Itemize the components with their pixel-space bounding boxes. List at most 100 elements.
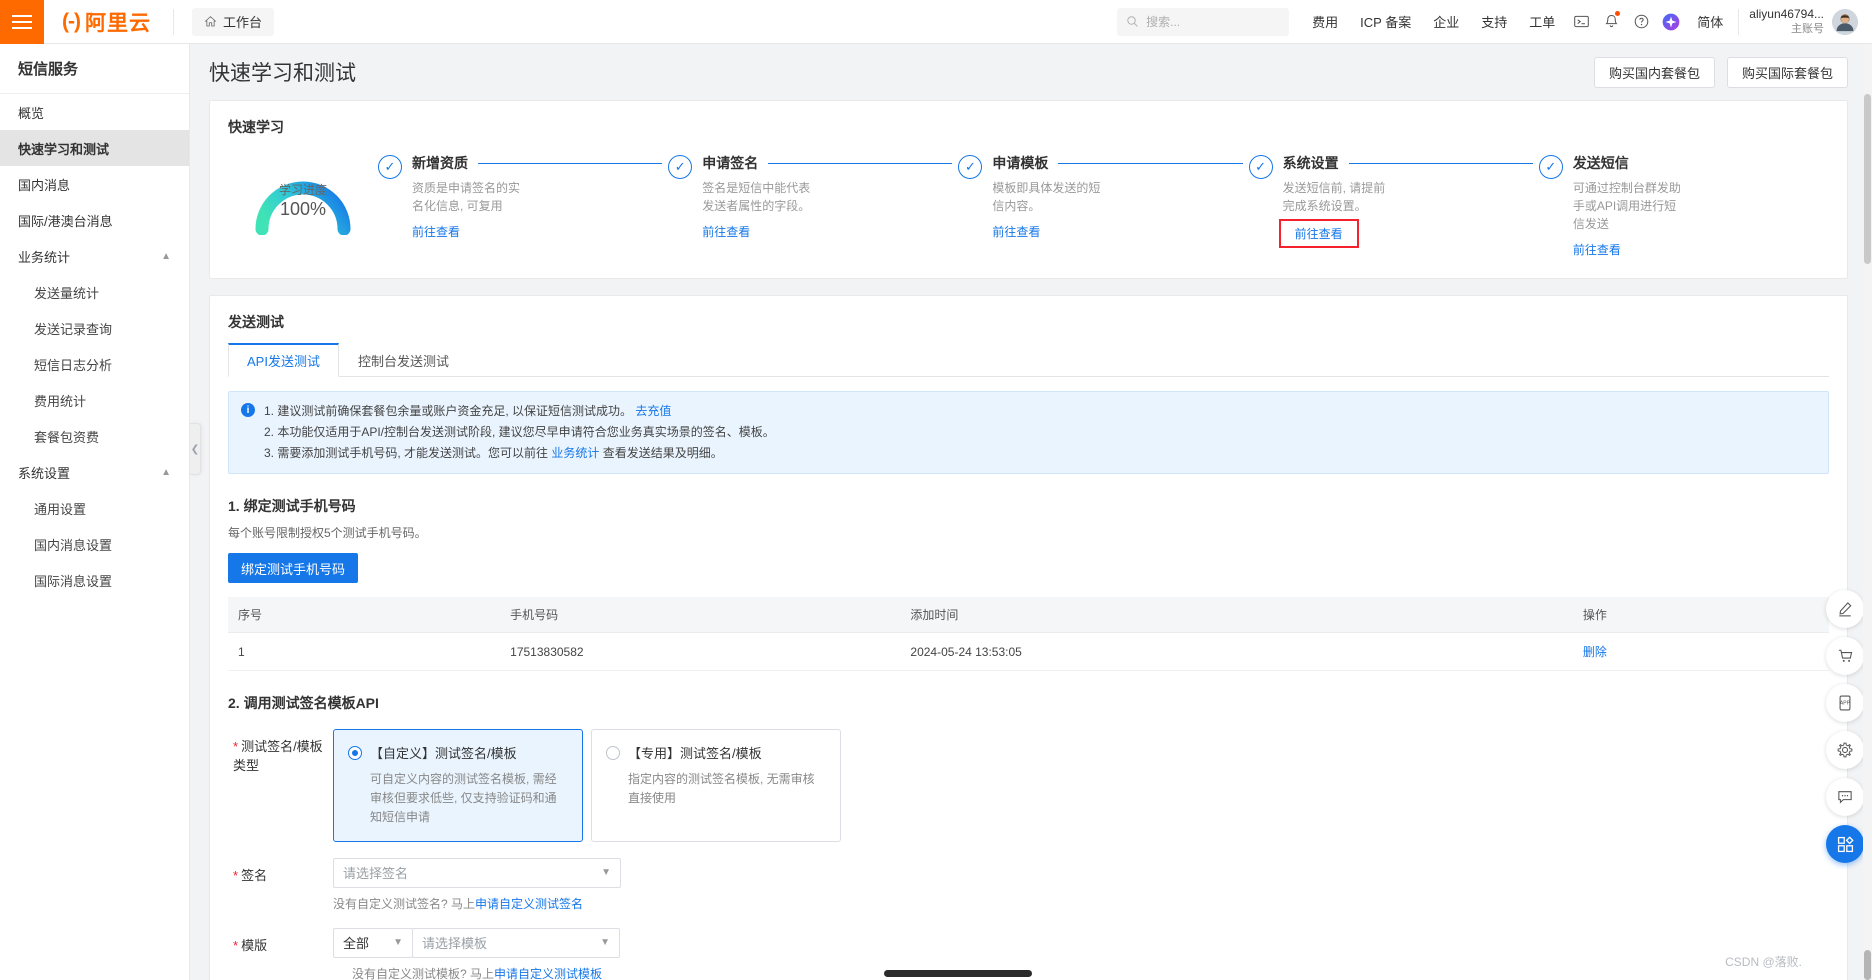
step-item: ✓ 新增资质 资质是申请签名的实名化信息, 可复用 前往查看 xyxy=(378,153,668,258)
bell-icon[interactable] xyxy=(1596,7,1626,37)
sidebar-item-send-records[interactable]: 发送记录查询 xyxy=(0,310,189,346)
right-rail: APP xyxy=(1826,590,1864,863)
watermark: CSDN @落败. xyxy=(1725,955,1802,969)
vertical-scrollbar[interactable] xyxy=(1863,44,1872,980)
tab-console-test[interactable]: 控制台发送测试 xyxy=(339,343,468,377)
required-mark: * xyxy=(233,867,239,883)
account-divider xyxy=(1738,8,1740,35)
hamburger-icon[interactable] xyxy=(0,0,44,44)
cell-action: 删除 xyxy=(1572,632,1829,671)
step-link[interactable]: 前往查看 xyxy=(412,223,460,240)
qr-icon[interactable] xyxy=(1826,825,1864,863)
radio-card-dedicated[interactable]: 【专用】测试签名/模板 指定内容的测试签名模板, 无需审核直接使用 xyxy=(591,729,841,842)
statistics-link[interactable]: 业务统计 xyxy=(551,446,599,460)
step-name: 申请模板 xyxy=(992,155,1049,171)
cart-icon[interactable] xyxy=(1826,637,1864,675)
template-scope-select[interactable]: 全部 ▼ xyxy=(333,927,413,958)
sidebar-item-system-settings[interactable]: 系统设置 ▲ xyxy=(0,454,189,490)
step-link[interactable]: 前往查看 xyxy=(992,223,1040,240)
sidebar-item-label: 国际消息设置 xyxy=(34,573,113,589)
pencil-icon[interactable] xyxy=(1826,590,1864,628)
step-body: 发送短信 可通过控制台群发助手或API调用进行短信发送 前往查看 xyxy=(1573,153,1825,258)
table-row: 1 17513830582 2024-05-24 13:53:05 删除 xyxy=(228,632,1829,671)
sidebar: 短信服务 概览 快速学习和测试 国内消息 国际/港澳台消息 业务统计 ▲ 发送量… xyxy=(0,44,190,980)
horizontal-scroll-thumb[interactable] xyxy=(884,970,1032,977)
radio-card-title: 【自定义】测试签名/模板 xyxy=(370,746,517,761)
template-select[interactable]: 请选择模板 ▼ xyxy=(412,927,620,958)
header-link-fees[interactable]: 费用 xyxy=(1301,12,1349,31)
sidebar-item-general-settings[interactable]: 通用设置 xyxy=(0,490,189,526)
template-label-text: 模版 xyxy=(241,937,268,953)
sidebar-item-log-analysis[interactable]: 短信日志分析 xyxy=(0,346,189,382)
horizontal-scrollbar[interactable] xyxy=(191,966,1863,980)
radio-card-custom[interactable]: 【自定义】测试签名/模板 可自定义内容的测试签名模板, 需经审核但要求低些, 仅… xyxy=(333,729,583,842)
terminal-icon[interactable] xyxy=(1566,7,1596,37)
sidebar-item-send-volume[interactable]: 发送量统计 xyxy=(0,274,189,310)
aliyun-logo[interactable]: (-) 阿里云 xyxy=(62,7,151,37)
sign-select[interactable]: 请选择签名 ▼ xyxy=(333,857,621,888)
tab-api-test[interactable]: API发送测试 xyxy=(228,343,339,377)
alert-line-1: 1. 建议测试前确保套餐包余量或账户资金充足, 以保证短信测试成功。 去充值 xyxy=(264,401,775,422)
sign-select-placeholder: 请选择签名 xyxy=(343,866,409,882)
gear-icon[interactable] xyxy=(1826,731,1864,769)
sidebar-item-domestic[interactable]: 国内消息 xyxy=(0,166,189,202)
sidebar-item-label: 短信日志分析 xyxy=(34,357,113,373)
header-divider xyxy=(172,8,174,35)
sidebar-item-intl-settings[interactable]: 国际消息设置 xyxy=(0,562,189,598)
assistant-icon[interactable] xyxy=(1656,7,1686,37)
svg-text:APP: APP xyxy=(1840,701,1851,707)
info-icon: i xyxy=(241,403,255,417)
radio-icon[interactable] xyxy=(606,745,620,760)
recharge-link[interactable]: 去充值 xyxy=(635,404,671,418)
sidebar-item-label: 国际/港澳台消息 xyxy=(18,213,113,229)
template-selects: 全部 ▼ 请选择模板 ▼ xyxy=(333,927,621,958)
sidebar-item-overview[interactable]: 概览 xyxy=(0,94,189,130)
step-link[interactable]: 前往查看 xyxy=(1573,241,1621,258)
header-link-enterprise[interactable]: 企业 xyxy=(1422,12,1470,31)
vertical-scroll-thumb-bottom[interactable] xyxy=(1864,950,1871,980)
sidebar-item-package-price[interactable]: 套餐包资费 xyxy=(0,418,189,454)
sidebar-item-statistics[interactable]: 业务统计 ▲ xyxy=(0,238,189,274)
sidebar-collapse-handle[interactable]: ❮ xyxy=(190,423,201,475)
bind-test-phone-button[interactable]: 绑定测试手机号码 xyxy=(228,553,359,583)
sidebar-item-international[interactable]: 国际/港澳台消息 xyxy=(0,202,189,238)
vertical-scroll-thumb[interactable] xyxy=(1864,94,1871,264)
search-input[interactable]: 搜索... xyxy=(1117,7,1290,36)
buy-international-package-button[interactable]: 购买国际套餐包 xyxy=(1726,56,1848,88)
alert-line-3-after: 查看发送结果及明细。 xyxy=(599,446,723,460)
table-head: 序号 手机号码 添加时间 操作 xyxy=(228,597,1829,633)
chat-icon[interactable] xyxy=(1826,778,1864,816)
sidebar-item-domestic-settings[interactable]: 国内消息设置 xyxy=(0,526,189,562)
workbench-button[interactable]: 工作台 xyxy=(191,7,274,36)
radio-icon[interactable] xyxy=(348,745,362,760)
step-connector xyxy=(768,162,953,164)
sidebar-item-label: 通用设置 xyxy=(34,501,87,517)
account-menu[interactable]: aliyun46794... 主账号 xyxy=(1749,6,1872,37)
alert-lines: 1. 建议测试前确保套餐包余量或账户资金充足, 以保证短信测试成功。 去充值 2… xyxy=(264,401,775,464)
header-icons xyxy=(1566,7,1686,37)
quick-learning-title: 快速学习 xyxy=(228,119,284,135)
app-icon[interactable]: APP xyxy=(1826,684,1864,722)
delete-link[interactable]: 删除 xyxy=(1583,645,1607,659)
language-switcher[interactable]: 简体 xyxy=(1686,12,1734,31)
sidebar-item-label: 业务统计 xyxy=(18,249,71,265)
step-link[interactable]: 前往查看 xyxy=(702,223,750,240)
cell-phone: 17513830582 xyxy=(500,632,901,671)
help-icon[interactable] xyxy=(1626,7,1656,37)
template-label: * 模版 xyxy=(228,928,333,954)
page-title: 快速学习和测试 xyxy=(209,62,356,85)
header-links: 费用 ICP 备案 企业 支持 工单 xyxy=(1301,12,1566,31)
buy-domestic-package-button[interactable]: 购买国内套餐包 xyxy=(1593,56,1715,88)
avatar xyxy=(1832,8,1858,35)
sidebar-item-fee-stats[interactable]: 费用统计 xyxy=(0,382,189,418)
workbench-label: 工作台 xyxy=(222,15,262,30)
form-row-type: * 测试签名/模板类型 【自定义】测试签名/模板 可自定义内容的测试签名模板, 需… xyxy=(228,729,1829,842)
header-link-support[interactable]: 支持 xyxy=(1470,12,1518,31)
apply-custom-sign-link[interactable]: 申请自定义测试签名 xyxy=(475,897,583,911)
header-link-icp[interactable]: ICP 备案 xyxy=(1349,12,1422,31)
step-link-highlighted[interactable]: 前往查看 xyxy=(1278,219,1359,248)
header-link-ticket[interactable]: 工单 xyxy=(1518,12,1566,31)
sidebar-item-quickstart[interactable]: 快速学习和测试 xyxy=(0,130,189,166)
step-body: 申请模板 模板即具体发送的短信内容。 前往查看 xyxy=(992,153,1244,240)
step-item: ✓ 系统设置 发送短信前, 请提前完成系统设置。 前往查看 xyxy=(1248,153,1539,258)
